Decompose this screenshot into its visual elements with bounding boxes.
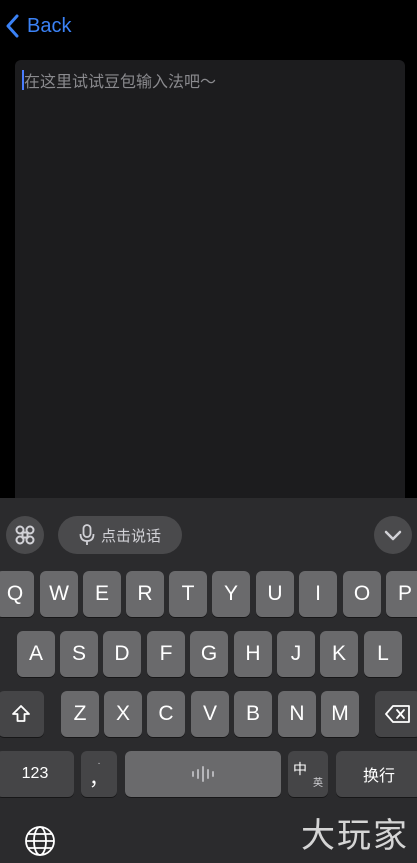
key-k[interactable]: K — [320, 631, 358, 677]
key-u[interactable]: U — [256, 571, 294, 617]
key-j[interactable]: J — [277, 631, 315, 677]
key-x[interactable]: X — [104, 691, 142, 737]
key-o[interactable]: O — [343, 571, 381, 617]
return-key[interactable]: 换行 — [336, 751, 417, 797]
watermark-text: 大玩家 — [301, 816, 409, 856]
backspace-icon — [385, 705, 410, 723]
key-g[interactable]: G — [190, 631, 228, 677]
voice-label: 点击说话 — [100, 526, 161, 545]
key-i[interactable]: I — [299, 571, 337, 617]
key-e[interactable]: E — [83, 571, 121, 617]
punctuation-label: ， — [89, 768, 109, 790]
key-h[interactable]: H — [234, 631, 272, 677]
key-n[interactable]: N — [278, 691, 316, 737]
key-t[interactable]: T — [169, 571, 207, 617]
key-f[interactable]: F — [147, 631, 185, 677]
chevron-left-icon — [6, 14, 19, 38]
command-icon — [15, 525, 35, 545]
key-a[interactable]: A — [17, 631, 55, 677]
key-y[interactable]: Y — [212, 571, 250, 617]
key-w[interactable]: W — [40, 571, 78, 617]
key-q[interactable]: Q — [0, 571, 34, 617]
key-v[interactable]: V — [191, 691, 229, 737]
language-switch-key[interactable]: 中 英 — [288, 751, 328, 797]
sound-wave-icon — [192, 766, 214, 782]
key-b[interactable]: B — [234, 691, 272, 737]
shift-icon — [12, 705, 30, 722]
delete-key[interactable] — [375, 691, 417, 737]
lang-sub-label: 英 — [313, 778, 323, 789]
key-s[interactable]: S — [60, 631, 98, 677]
placeholder-text: 在这里试试豆包输入法吧～ — [24, 72, 217, 91]
space-key[interactable] — [125, 751, 281, 797]
lang-main-label: 中 — [293, 762, 307, 778]
key-l[interactable]: L — [364, 631, 402, 677]
microphone-icon — [79, 524, 95, 545]
key-m[interactable]: M — [321, 691, 359, 737]
shift-key[interactable] — [0, 691, 44, 737]
key-r[interactable]: R — [126, 571, 164, 617]
key-d[interactable]: D — [103, 631, 141, 677]
chevron-down-icon — [384, 530, 402, 541]
keyboard-menu-button[interactable] — [6, 516, 44, 554]
keyboard: 点击说话 Q W E R T Y U I O P A S D F G H J K… — [0, 498, 417, 863]
numbers-key[interactable]: 123 — [0, 751, 74, 797]
navigation-bar: Back — [0, 0, 417, 52]
collapse-keyboard-button[interactable] — [374, 516, 412, 554]
editor-placeholder: 在这里试试豆包输入法吧～ — [22, 68, 216, 92]
key-c[interactable]: C — [147, 691, 185, 737]
text-editor[interactable]: 在这里试试豆包输入法吧～ — [15, 60, 405, 520]
key-p[interactable]: P — [386, 571, 417, 617]
voice-input-button[interactable]: 点击说话 — [58, 516, 182, 554]
punctuation-key[interactable]: · ， — [81, 751, 117, 797]
key-z[interactable]: Z — [61, 691, 99, 737]
back-button[interactable]: Back — [6, 10, 71, 42]
back-label: Back — [27, 14, 72, 37]
globe-icon[interactable] — [24, 825, 56, 857]
